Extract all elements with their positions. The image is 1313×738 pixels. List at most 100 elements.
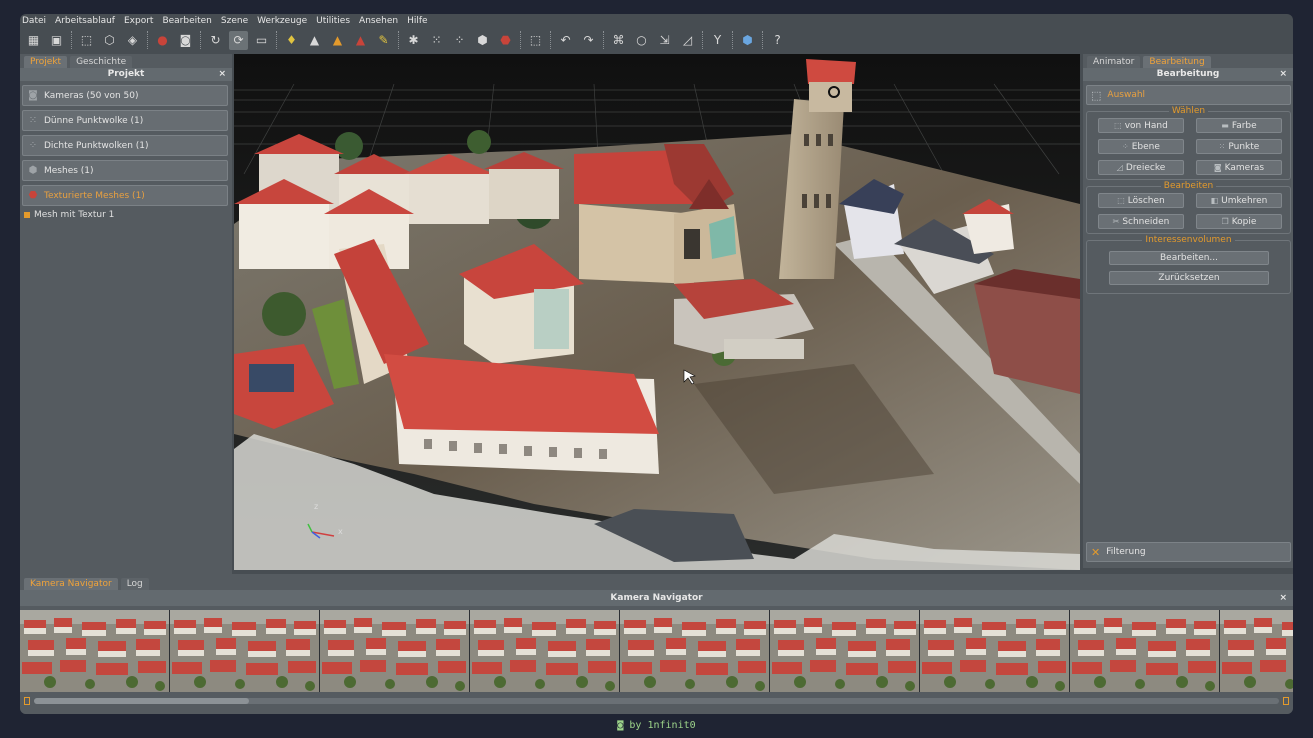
- kopie-button[interactable]: ❐ Kopie: [1196, 214, 1282, 229]
- camera-thumbnail[interactable]: [620, 610, 770, 692]
- horizontal-scrollbar[interactable]: [20, 696, 1293, 706]
- orbit-icon[interactable]: ⟳: [229, 30, 248, 50]
- select-frame-icon[interactable]: ⬚: [77, 31, 96, 50]
- button-label: Löschen: [1127, 195, 1165, 206]
- camera-thumbnail[interactable]: [1220, 610, 1293, 692]
- close-icon[interactable]: ×: [218, 68, 226, 81]
- toolbar-separator: [732, 31, 734, 49]
- tab-geschichte[interactable]: Geschichte: [70, 56, 133, 68]
- texture-icon[interactable]: ▲: [351, 31, 370, 50]
- project-row[interactable]: ◙ Kameras (50 von 50): [22, 85, 228, 106]
- scroll-track[interactable]: [34, 698, 1279, 704]
- mesh-icon[interactable]: ▲: [328, 31, 347, 50]
- split-icon[interactable]: Y: [708, 31, 727, 50]
- scene-render: z x: [234, 54, 1080, 570]
- filter-icon: ✕: [1091, 545, 1101, 559]
- grid-cube-icon[interactable]: ⬡: [100, 31, 119, 50]
- menu-szene[interactable]: Szene: [221, 16, 248, 26]
- menu-hilfe[interactable]: Hilfe: [407, 16, 427, 26]
- red-marker-icon[interactable]: ●: [153, 31, 172, 50]
- view-cube-icon[interactable]: ⬢: [738, 31, 757, 50]
- dense-cloud-icon: ⁘: [28, 140, 38, 151]
- project-row[interactable]: ⁙ Dünne Punktwolke (1): [22, 110, 228, 131]
- light-icon[interactable]: ♦: [282, 31, 301, 50]
- wire-icon[interactable]: ⬢: [473, 31, 492, 50]
- menu-export[interactable]: Export: [124, 16, 153, 26]
- camera-thumbnail[interactable]: [920, 610, 1070, 692]
- selection-label: Auswahl: [1107, 90, 1146, 100]
- löschen-button[interactable]: ⬚ Löschen: [1098, 193, 1184, 208]
- camera-icon[interactable]: ◙: [176, 31, 195, 50]
- reset-volume-button[interactable]: Zurücksetzen: [1109, 271, 1269, 285]
- pointer-icon[interactable]: ⇲: [655, 31, 674, 50]
- scroll-left-cap[interactable]: [24, 697, 30, 705]
- edit-volume-button[interactable]: Bearbeiten...: [1109, 251, 1269, 265]
- help-icon[interactable]: ?: [768, 31, 787, 50]
- tab-bearbeitung[interactable]: Bearbeitung: [1143, 56, 1211, 68]
- dense-icon[interactable]: ⁘: [450, 31, 469, 50]
- camera-thumbnail[interactable]: [320, 610, 470, 692]
- menu-arbeitsablauf[interactable]: Arbeitsablauf: [55, 16, 115, 26]
- crop-icon[interactable]: ⬚: [526, 31, 545, 50]
- points-icon[interactable]: ▲: [305, 31, 324, 50]
- tree-item-mesh-texture[interactable]: Mesh mit Textur 1: [24, 210, 232, 220]
- menu-utilities[interactable]: Utilities: [316, 16, 350, 26]
- dreiecke-button[interactable]: ◿ Dreiecke: [1098, 160, 1184, 175]
- redo-icon[interactable]: ↷: [579, 31, 598, 50]
- tab-projekt[interactable]: Projekt: [24, 56, 68, 68]
- farbe-button[interactable]: ▬ Farbe: [1196, 118, 1282, 133]
- close-icon[interactable]: ×: [1279, 68, 1287, 81]
- scroll-right-cap[interactable]: [1283, 697, 1289, 705]
- menu-werkzeuge[interactable]: Werkzeuge: [257, 16, 307, 26]
- project-row-label: Kameras (50 von 50): [44, 90, 139, 101]
- aerial-photo: [20, 610, 169, 692]
- filter-row[interactable]: ✕ Filterung: [1086, 542, 1291, 562]
- app-window: Datei Arbeitsablauf Export Bearbeiten Szene W…: [20, 14, 1293, 714]
- new-project-icon[interactable]: ▦: [24, 31, 43, 50]
- tab-kamera-navigator[interactable]: Kamera Navigator: [24, 578, 118, 590]
- punkte-button[interactable]: ⁙ Punkte: [1196, 139, 1282, 154]
- 3d-viewport[interactable]: z x: [234, 54, 1080, 570]
- schneiden-button[interactable]: ✂ Schneiden: [1098, 214, 1184, 229]
- tab-animator[interactable]: Animator: [1087, 56, 1141, 68]
- aerial-photo: [320, 610, 469, 692]
- project-row[interactable]: ⬢ Meshes (1): [22, 160, 228, 181]
- button-icon: ◧: [1210, 196, 1219, 205]
- close-icon[interactable]: ×: [1279, 590, 1287, 606]
- camera-thumbnail[interactable]: [470, 610, 620, 692]
- project-row[interactable]: ⁘ Dichte Punktwolken (1): [22, 135, 228, 156]
- lasso-icon[interactable]: ⌘: [609, 31, 628, 50]
- scroll-thumb[interactable]: [34, 698, 249, 704]
- button-label: Kopie: [1231, 216, 1257, 227]
- bbox-icon[interactable]: ▭: [252, 31, 271, 50]
- cube-icon[interactable]: ◈: [123, 31, 142, 50]
- brush-icon[interactable]: ✎: [374, 31, 393, 50]
- rotate-icon[interactable]: ↻: [206, 31, 225, 50]
- circle-select-icon[interactable]: ○: [632, 31, 651, 50]
- ruler-icon[interactable]: ◿: [678, 31, 697, 50]
- scatter-icon[interactable]: ⁙: [427, 31, 446, 50]
- color-mesh-icon[interactable]: ⬣: [496, 31, 515, 50]
- edit-group: Bearbeiten ⬚ Löschen ◧ Umkehren ✂ Schneiden ❐ K…: [1086, 181, 1291, 234]
- camera-thumbnail[interactable]: [20, 610, 170, 692]
- camera-thumbnail[interactable]: [770, 610, 920, 692]
- camera-thumbnail[interactable]: [1070, 610, 1220, 692]
- menu-ansehen[interactable]: Ansehen: [359, 16, 398, 26]
- ebene-button[interactable]: ⁘ Ebene: [1098, 139, 1184, 154]
- menu-bearbeiten[interactable]: Bearbeiten: [162, 16, 211, 26]
- project-row-label: Texturierte Meshes (1): [44, 190, 145, 201]
- kameras-button[interactable]: ◙ Kameras: [1196, 160, 1282, 175]
- tab-log[interactable]: Log: [120, 578, 149, 590]
- selection-header[interactable]: ⬚ Auswahl: [1086, 85, 1291, 105]
- menu-datei[interactable]: Datei: [22, 16, 46, 26]
- undo-icon[interactable]: ↶: [556, 31, 575, 50]
- editing-panel: Animator Bearbeitung Bearbeitung × ⬚ Aus…: [1083, 54, 1293, 568]
- button-label: Dreiecke: [1125, 162, 1166, 173]
- project-row[interactable]: ⬣ Texturierte Meshes (1): [22, 185, 228, 206]
- button-icon: ◙: [1213, 163, 1222, 172]
- umkehren-button[interactable]: ◧ Umkehren: [1196, 193, 1282, 208]
- tool-a-icon[interactable]: ✱: [404, 31, 423, 50]
- camera-thumbnail[interactable]: [170, 610, 320, 692]
- von-hand-button[interactable]: ⬚ von Hand: [1098, 118, 1184, 133]
- save-icon[interactable]: ▣: [47, 31, 66, 50]
